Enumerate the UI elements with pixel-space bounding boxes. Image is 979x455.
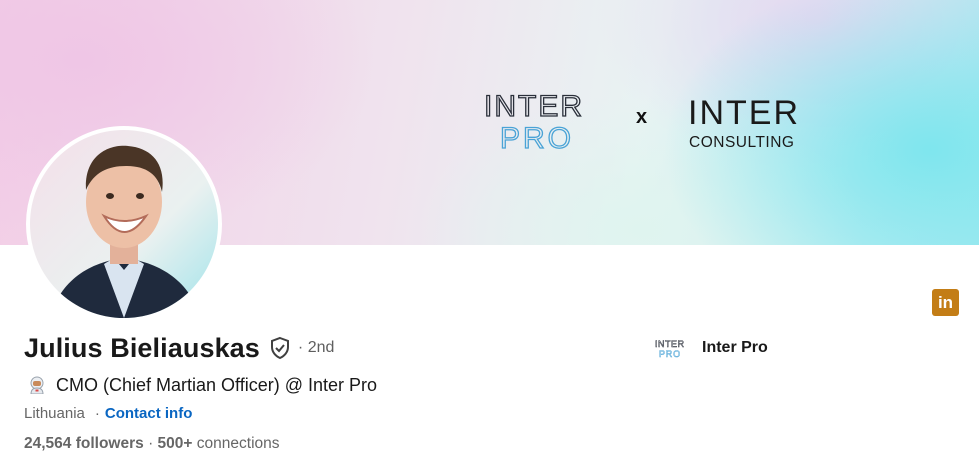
inter-consulting-banner-logo: INTER CONSULTING <box>688 94 800 151</box>
connection-degree: · 2nd <box>297 339 335 356</box>
company-logo-line2: PRO <box>659 349 681 359</box>
company-name: Inter Pro <box>702 339 768 356</box>
profile-location: Lithuania <box>24 404 85 422</box>
followers-count[interactable]: 24,564 followers <box>24 435 144 453</box>
location-separator: · <box>94 404 100 422</box>
profile-photo[interactable] <box>26 126 222 322</box>
inter-pro-logo-line1: INTER <box>484 90 584 123</box>
network-stats: 24,564 followers · 500+ connections <box>24 433 280 455</box>
profile-name: Julius Bieliauskas <box>24 332 260 363</box>
location-row: Lithuania · Contact info <box>24 402 192 424</box>
headline-text: CMO (Chief Martian Officer) @ Inter Pro <box>56 374 378 395</box>
company-logo-line1: INTER <box>655 339 685 349</box>
connections-count[interactable]: 500+ <box>158 435 193 453</box>
profile-name-row: Julius Bieliauskas · 2nd <box>24 330 334 366</box>
current-company-link[interactable]: INTER PRO Inter Pro <box>654 336 768 360</box>
linkedin-icon[interactable]: in <box>932 289 959 316</box>
profile-headline: CMO (Chief Martian Officer) @ Inter Pro <box>28 373 377 397</box>
inter-consulting-logo-line1: INTER <box>688 94 800 132</box>
connections-label: connections <box>192 435 280 452</box>
verified-shield-icon[interactable] <box>268 336 292 360</box>
inter-pro-logo-line2: PRO <box>500 122 574 154</box>
astronaut-emoji-icon <box>30 376 44 394</box>
inter-pro-banner-logo: INTER PRO <box>484 90 584 154</box>
stats-separator: · <box>143 435 158 452</box>
contact-info-link[interactable]: Contact info <box>105 405 193 422</box>
collaboration-separator: x <box>636 106 648 128</box>
inter-consulting-logo-line2: CONSULTING <box>689 134 794 151</box>
inter-pro-company-logo: INTER PRO <box>655 339 685 359</box>
